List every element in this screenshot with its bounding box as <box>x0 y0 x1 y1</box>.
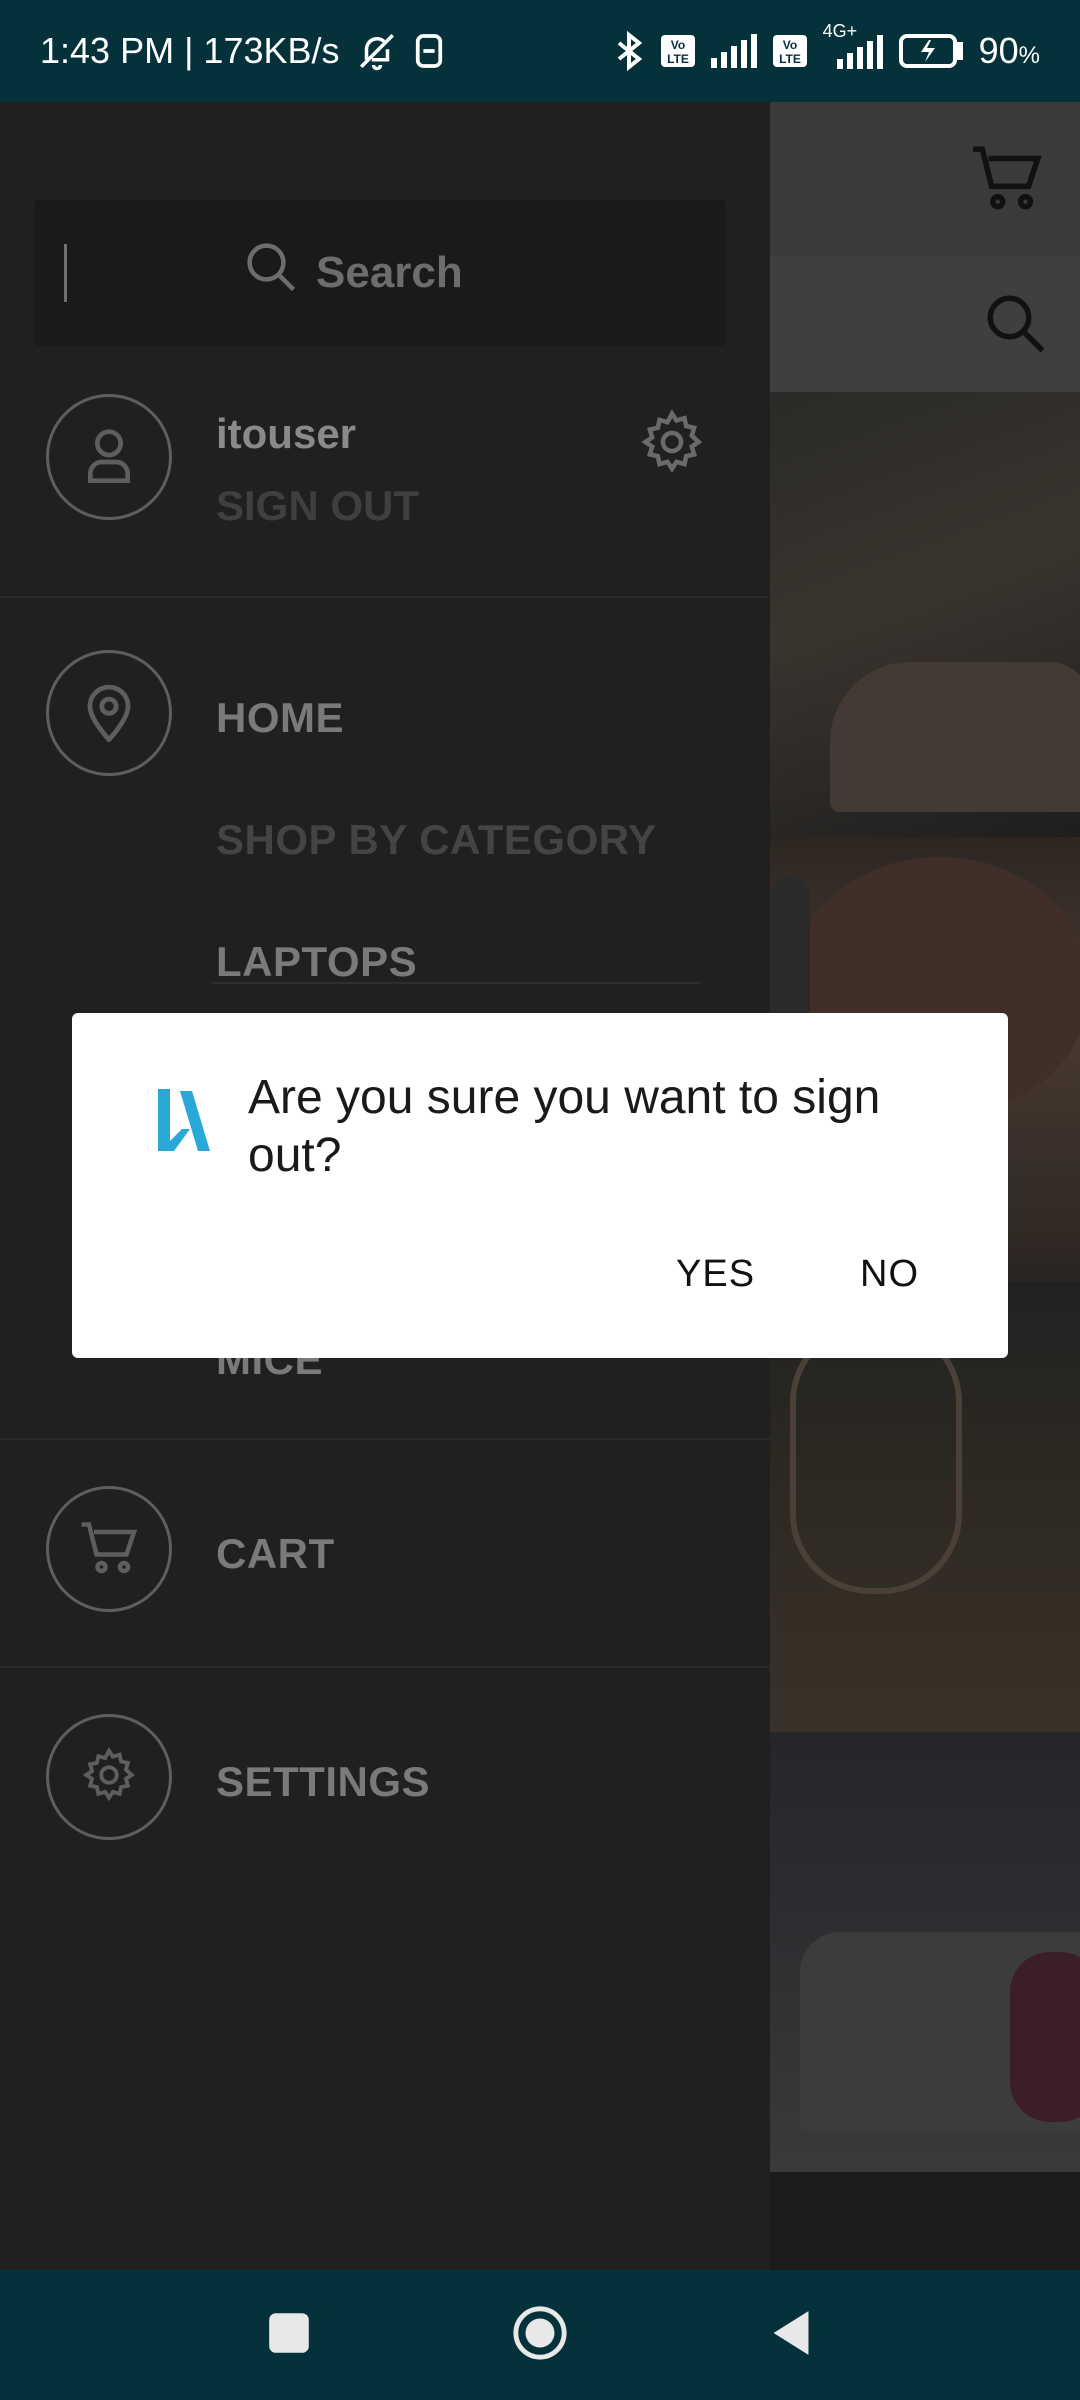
drawer-search-input[interactable]: Search <box>34 200 726 346</box>
sim-icon <box>414 32 444 70</box>
search-placeholder-wrap: Search <box>244 240 463 305</box>
category-laptops[interactable]: LAPTOPS <box>216 938 417 986</box>
cart-icon <box>79 1519 139 1580</box>
app-header-cart-icon[interactable] <box>970 142 1044 217</box>
photo-tile-4[interactable] <box>770 1732 1080 2172</box>
home-button-icon[interactable] <box>511 2304 569 2367</box>
bluetooth-icon <box>613 31 645 71</box>
profile-settings-gear-icon[interactable] <box>638 408 706 481</box>
status-right: Vo LTE Vo LTE 4G+ 90% <box>613 21 1040 72</box>
app-header <box>770 102 1080 392</box>
gear-icon <box>80 1746 138 1809</box>
username: itouser <box>216 410 357 457</box>
sign-out-link[interactable]: SIGN OUT <box>216 482 419 530</box>
status-bar: 1:43 PM | 173KB/s Vo LTE Vo LTE 4G+ 90% <box>0 0 1080 102</box>
home-icon-circle[interactable] <box>46 650 172 776</box>
search-placeholder: Search <box>316 247 463 297</box>
svg-text:LTE: LTE <box>779 52 801 66</box>
divider <box>0 1438 770 1440</box>
map-pin-icon <box>84 680 134 747</box>
user-icon <box>81 424 137 491</box>
battery-icon <box>898 34 963 68</box>
divider <box>0 1666 770 1668</box>
dialog-message: Are you sure you want to sign out? <box>248 1071 881 1182</box>
battery-level: 90% <box>978 30 1040 71</box>
nav-item-settings[interactable]: SETTINGS <box>216 1758 430 1806</box>
net-type-label: 4G+ <box>822 21 858 41</box>
cart-icon-circle[interactable] <box>46 1486 172 1612</box>
status-left: 1:43 PM | 173KB/s <box>40 30 444 72</box>
volte-icon-2: Vo LTE <box>772 35 807 67</box>
nav-item-cart[interactable]: CART <box>216 1530 335 1578</box>
svg-text:LTE: LTE <box>667 52 689 66</box>
yes-button[interactable]: YES <box>676 1253 755 1296</box>
settings-icon-circle[interactable] <box>46 1714 172 1840</box>
svg-text:Vo: Vo <box>782 38 796 52</box>
back-button-icon[interactable] <box>769 2309 813 2362</box>
app-logo-icon <box>152 1083 212 1164</box>
bell-off-icon <box>356 30 398 72</box>
signal-icon <box>710 34 757 68</box>
volte-icon: Vo LTE <box>660 35 695 67</box>
status-time-speed: 1:43 PM | 173KB/s <box>40 30 340 71</box>
svg-text:Vo: Vo <box>670 38 684 52</box>
signal-4g-icon: 4G+ <box>823 21 883 69</box>
text-caret <box>64 244 67 302</box>
no-button[interactable]: NO <box>860 1253 919 1296</box>
nav-item-home[interactable]: HOME <box>216 694 344 742</box>
sign-out-dialog: Are you sure you want to sign out? YES N… <box>72 1013 1008 1358</box>
divider <box>0 596 770 598</box>
avatar[interactable] <box>46 394 172 520</box>
search-icon <box>244 240 298 305</box>
system-nav-bar <box>0 2270 1080 2400</box>
recents-button-icon[interactable] <box>267 2311 311 2360</box>
photo-tile-1[interactable] <box>770 392 1080 837</box>
shop-by-category-heading: SHOP BY CATEGORY <box>216 816 657 863</box>
app-header-search-icon[interactable] <box>982 290 1048 361</box>
